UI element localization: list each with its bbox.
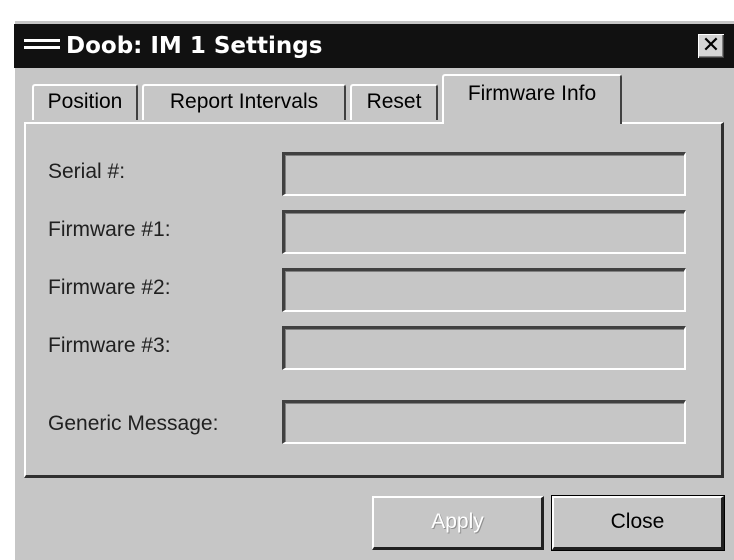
firmware-2-label: Firmware #2: [48, 276, 171, 299]
window-menu-icon[interactable] [24, 39, 60, 51]
tab-firmware-info[interactable]: Firmware Info [442, 74, 622, 124]
firmware-3-field[interactable] [282, 326, 686, 370]
tab-label: Firmware Info [467, 82, 597, 105]
title-bar[interactable]: Doob: IM 1 Settings ✕ [14, 24, 734, 68]
tab-reset[interactable]: Reset [350, 84, 438, 120]
tab-label: Report Intervals [169, 90, 319, 113]
generic-message-label: Generic Message: [48, 412, 219, 435]
tab-label: Reset [366, 90, 422, 113]
firmware-2-field[interactable] [282, 268, 686, 312]
tab-position[interactable]: Position [32, 84, 138, 120]
apply-button[interactable]: Apply [372, 496, 544, 550]
firmware-info-panel: Serial #: Firmware #1: Firmware #2: Firm… [24, 122, 724, 478]
generic-message-field[interactable] [282, 400, 686, 444]
window-title: Doob: IM 1 Settings [66, 33, 323, 59]
close-icon[interactable]: ✕ [698, 34, 724, 58]
firmware-1-field[interactable] [282, 210, 686, 254]
close-button[interactable]: Close [551, 495, 725, 551]
settings-dialog: Doob: IM 1 Settings ✕ Position Report In… [14, 20, 734, 560]
firmware-3-label: Firmware #3: [48, 334, 171, 357]
serial-field[interactable] [282, 152, 686, 196]
serial-label: Serial #: [48, 160, 126, 183]
firmware-1-label: Firmware #1: [48, 218, 171, 241]
tab-report-intervals[interactable]: Report Intervals [142, 84, 346, 120]
tab-label: Position [47, 90, 123, 113]
